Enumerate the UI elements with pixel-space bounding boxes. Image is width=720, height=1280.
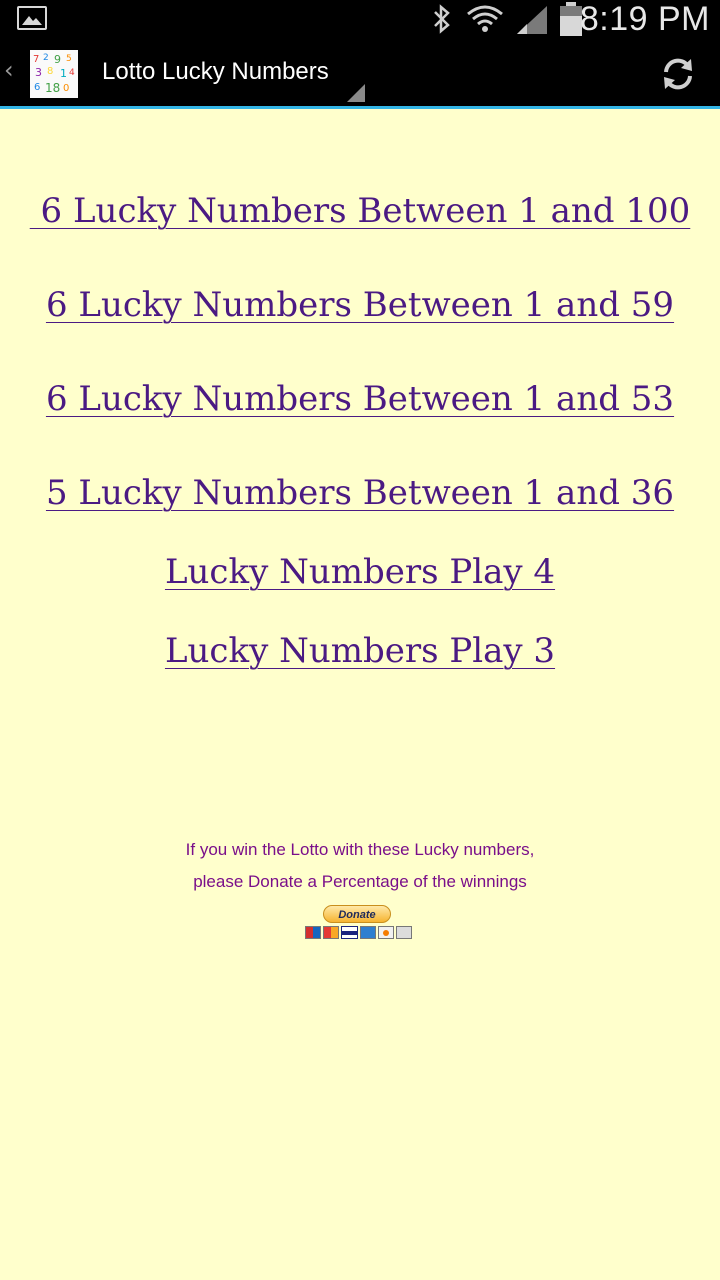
maestro-card-icon [305, 926, 322, 939]
link-6-between-1-and-59[interactable]: 6 Lucky Numbers Between 1 and 59 [0, 285, 720, 325]
link-6-between-1-and-100[interactable]: 6 Lucky Numbers Between 1 and 100 [0, 191, 720, 231]
svg-text:1: 1 [60, 67, 67, 80]
amex-card-icon [359, 926, 376, 939]
link-6-between-1-and-53[interactable]: 6 Lucky Numbers Between 1 and 53 [0, 379, 720, 419]
link-play-3[interactable]: Lucky Numbers Play 3 [0, 631, 720, 671]
svg-text:5: 5 [66, 54, 72, 64]
svg-text:0: 0 [63, 83, 69, 94]
gallery-icon [17, 6, 47, 30]
donate-message-line-2: please Donate a Percentage of the winnin… [193, 872, 527, 891]
mastercard-icon [323, 926, 340, 939]
svg-text:2: 2 [43, 53, 49, 63]
app-logo[interactable]: 7 2 9 5 3 8 1 4 6 18 0 [30, 50, 78, 98]
bank-card-icon [395, 926, 413, 939]
link-5-between-1-and-36[interactable]: 5 Lucky Numbers Between 1 and 36 [0, 473, 720, 513]
up-chevron-icon[interactable]: ‹ [4, 56, 14, 84]
svg-text:18: 18 [45, 81, 60, 95]
svg-text:4: 4 [69, 68, 75, 78]
payment-cards [305, 926, 413, 939]
action-bar: ‹ 7 2 9 5 3 8 1 4 6 18 0 Lotto Lucky Num… [0, 38, 720, 109]
visa-card-icon [341, 926, 358, 939]
wifi-icon [467, 5, 503, 32]
content-area: 6 Lucky Numbers Between 1 and 100 6 Luck… [0, 109, 720, 1280]
refresh-icon [664, 58, 692, 90]
status-time: 8:19 PM [579, 0, 710, 38]
refresh-button[interactable] [650, 50, 706, 98]
svg-text:7: 7 [33, 54, 39, 65]
svg-text:3: 3 [35, 66, 42, 79]
signal-icon [517, 6, 547, 34]
status-bar: 8:19 PM [0, 0, 720, 38]
dropdown-triangle-icon[interactable] [347, 84, 365, 102]
app-title: Lotto Lucky Numbers [102, 58, 329, 85]
donate-message-line-1: If you win the Lotto with these Lucky nu… [185, 840, 535, 859]
bluetooth-icon [434, 4, 450, 34]
svg-text:8: 8 [47, 66, 53, 77]
discover-card-icon [377, 926, 394, 939]
link-play-4[interactable]: Lucky Numbers Play 4 [0, 552, 720, 592]
svg-text:6: 6 [34, 82, 40, 93]
svg-text:9: 9 [54, 53, 61, 66]
donate-button[interactable]: Donate [323, 905, 391, 923]
